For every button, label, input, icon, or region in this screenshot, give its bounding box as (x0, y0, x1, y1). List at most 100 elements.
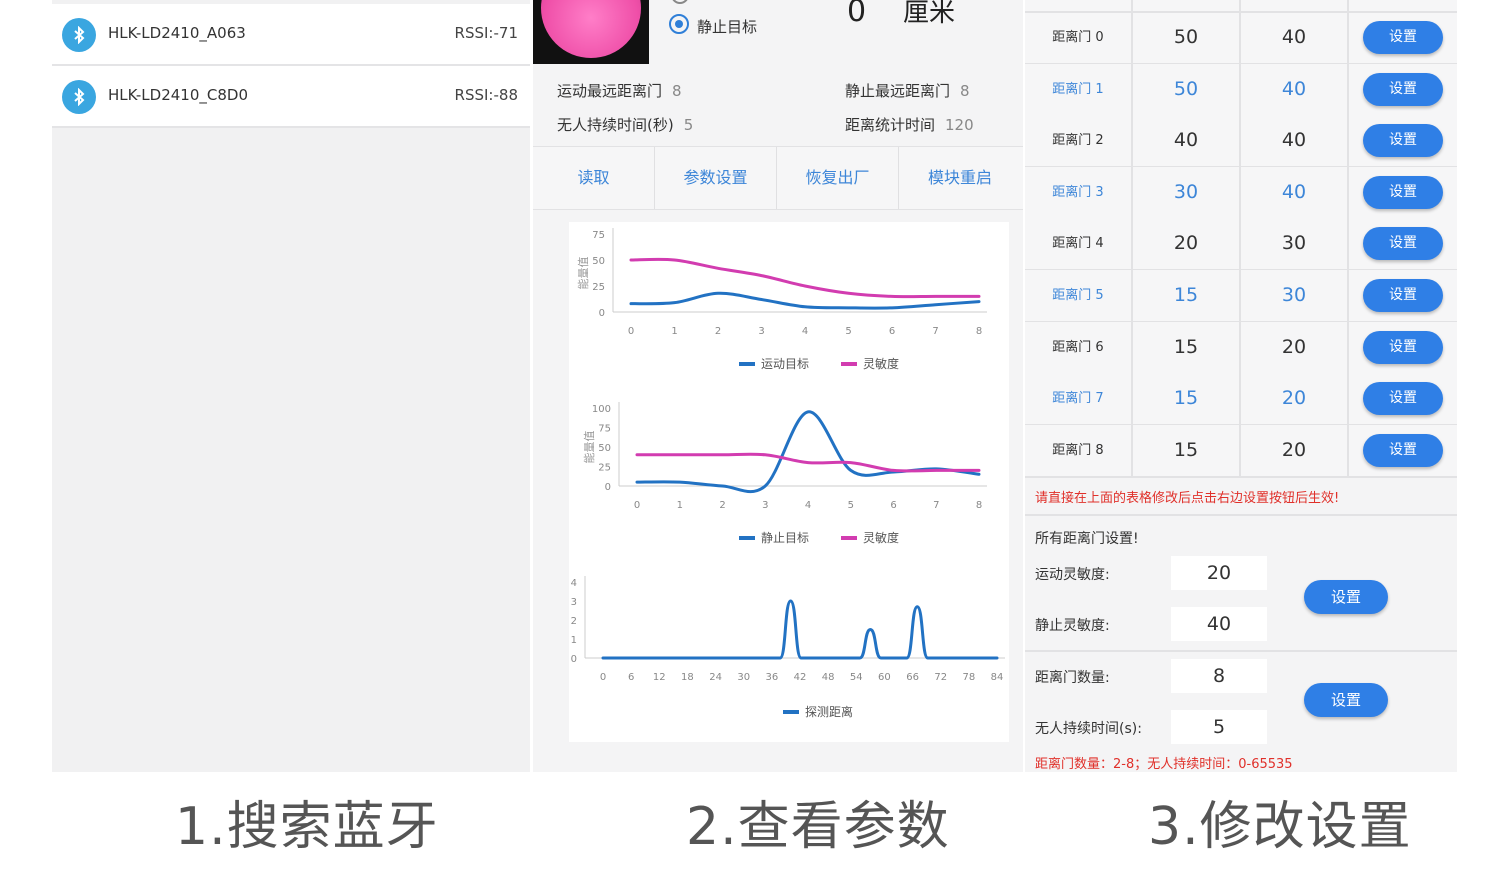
x-tick-label: 6 (890, 500, 896, 511)
tab-factory-reset[interactable]: 恢复出厂 (777, 147, 899, 209)
y-tick-label: 0 (605, 482, 611, 493)
set-button[interactable]: 设置 (1363, 21, 1443, 54)
target-image (533, 0, 649, 64)
x-tick-label: 5 (848, 500, 854, 511)
static-target-radio[interactable] (669, 14, 689, 34)
tab-param-settings[interactable]: 参数设置 (655, 147, 777, 209)
x-tick-label: 48 (822, 672, 835, 683)
move-sensitivity-cell[interactable]: 50 (1133, 63, 1241, 115)
y-tick-label: 75 (592, 230, 605, 241)
move-sensitivity-cell[interactable]: 15 (1133, 270, 1241, 321)
gate-label: 距离门 3 (1025, 166, 1133, 218)
all-gates-label: 所有距离门设置! (1035, 531, 1139, 547)
set-button[interactable]: 设置 (1363, 72, 1443, 106)
x-tick-label: 6 (889, 326, 895, 337)
set-button[interactable]: 设置 (1363, 175, 1443, 209)
y-axis-label: 能量值 (576, 257, 590, 290)
move-sensitivity-cell[interactable]: 40 (1133, 115, 1241, 167)
move-sensitivity-cell[interactable]: 15 (1133, 321, 1241, 373)
y-tick-label: 1 (571, 635, 577, 646)
move-sensitivity-cell[interactable]: 30 (1133, 166, 1241, 218)
move-sens-input[interactable]: 20 (1171, 556, 1267, 590)
gate-row: 距离门 4 20 30 设置 (1025, 218, 1457, 272)
y-tick-label: 25 (598, 463, 611, 474)
no-one-input[interactable]: 5 (1171, 710, 1267, 744)
caption-modify-settings: 3.修改设置 (1148, 797, 1412, 857)
device-rssi: RSSI:-88 (454, 86, 518, 104)
static-sensitivity-cell[interactable]: 40 (1241, 166, 1349, 218)
move-sens-label: 运动灵敏度: (1035, 567, 1110, 583)
legend-label: 静止目标 (761, 531, 809, 545)
gate-row: 距离门 8 15 20 设置 (1025, 424, 1457, 478)
static-max-gate: 静止最远距离门 8 (845, 82, 970, 100)
x-tick-label: 0 (628, 326, 634, 337)
device-item[interactable]: HLK-LD2410_A063 RSSI:-71 (52, 4, 530, 66)
set-button[interactable]: 设置 (1363, 330, 1443, 364)
move-max-gate: 运动最远距离门 8 (557, 82, 682, 100)
y-tick-label: 0 (599, 308, 605, 319)
radio-button[interactable] (671, 0, 689, 4)
gate-row: 距离门 6 15 20 设置 (1025, 321, 1457, 375)
set-button[interactable]: 设置 (1363, 124, 1443, 158)
x-tick-label: 5 (845, 326, 851, 337)
x-tick-label: 66 (906, 672, 919, 683)
static-sensitivity-cell[interactable]: 40 (1241, 63, 1349, 115)
distance-value: 0 (847, 0, 867, 29)
charts-area: 能量值 0 25 50 75 0 1 2 3 4 5 6 7 8 运动目标 灵敏度 能量值 0 25 50 75 100 0… (548, 222, 1009, 742)
x-tick-label: 42 (794, 672, 807, 683)
y-tick-label: 2 (571, 616, 577, 627)
series-line-静止目标 (635, 410, 981, 494)
charts-svg: 能量值02550750 1 2 3 4 5 6 7 8运动目标 灵敏度能量值02550751000… (548, 228, 1005, 719)
static-sensitivity-cell[interactable]: 30 (1241, 270, 1349, 321)
static-sensitivity-cell[interactable]: 20 (1241, 321, 1349, 373)
caption-view-params: 2.查看参数 (686, 797, 950, 857)
device-item[interactable]: HLK-LD2410_C8D0 RSSI:-88 (52, 66, 530, 128)
set-button[interactable]: 设置 (1363, 433, 1443, 467)
y-tick-label: 50 (598, 443, 611, 454)
x-tick-label: 0 (600, 672, 606, 683)
legend-label: 灵敏度 (863, 356, 899, 371)
set-button[interactable]: 设置 (1363, 227, 1443, 261)
gate-row: 距离门 1 50 40 设置 (1025, 63, 1457, 117)
x-tick-label: 4 (802, 326, 808, 337)
static-sensitivity-cell[interactable]: 40 (1241, 115, 1349, 167)
move-sensitivity-cell[interactable]: 50 (1133, 12, 1241, 63)
set-button[interactable]: 设置 (1363, 279, 1443, 312)
y-tick-label: 0 (571, 654, 577, 665)
x-tick-label: 1 (677, 500, 683, 511)
gate-row: 距离门 7 15 20 设置 (1025, 373, 1457, 427)
static-sensitivity-cell[interactable]: 20 (1241, 373, 1349, 425)
tab-module-restart[interactable]: 模块重启 (899, 147, 1021, 209)
x-tick-label: 72 (934, 672, 947, 683)
gate-label: 距离门 5 (1025, 270, 1133, 321)
action-tabs: 读取 参数设置 恢复出厂 模块重启 (533, 146, 1023, 210)
static-sensitivity-cell[interactable]: 40 (1241, 12, 1349, 63)
static-sensitivity-cell[interactable]: 30 (1241, 218, 1349, 270)
gate-count-label: 距离门数量: (1035, 670, 1110, 686)
x-tick-label: 3 (762, 500, 768, 511)
gate-row: 距离门 0 50 40 设置 (1025, 12, 1457, 65)
set-sensitivity-button[interactable]: 设置 (1304, 580, 1388, 614)
gate-label: 距离门 1 (1025, 63, 1133, 115)
no-one-label: 无人持续时间(s): (1035, 721, 1142, 737)
move-sensitivity-cell[interactable]: 15 (1133, 373, 1241, 425)
set-gate-count-button[interactable]: 设置 (1304, 683, 1388, 717)
y-tick-label: 3 (571, 597, 577, 608)
static-sens-input[interactable]: 40 (1171, 607, 1267, 641)
bluetooth-icon (62, 80, 96, 114)
y-tick-label: 25 (592, 282, 605, 293)
no-one-duration: 无人持续时间(秒) 5 (557, 116, 694, 134)
tab-read[interactable]: 读取 (533, 147, 655, 209)
gate-count-input[interactable]: 8 (1171, 659, 1267, 693)
x-tick-label: 54 (850, 672, 863, 683)
x-tick-label: 7 (933, 500, 939, 511)
set-button[interactable]: 设置 (1363, 382, 1443, 416)
move-sensitivity-cell[interactable]: 20 (1133, 218, 1241, 270)
gate-label: 距离门 0 (1025, 12, 1133, 63)
static-target-label: 静止目标 (697, 18, 758, 36)
x-tick-label: 30 (737, 672, 750, 683)
range-note: 距离门数量：2-8；无人持续时间：0-65535 (1035, 757, 1293, 772)
static-sensitivity-cell[interactable]: 20 (1241, 424, 1349, 476)
move-sensitivity-cell[interactable]: 15 (1133, 424, 1241, 476)
x-tick-label: 8 (976, 500, 982, 511)
